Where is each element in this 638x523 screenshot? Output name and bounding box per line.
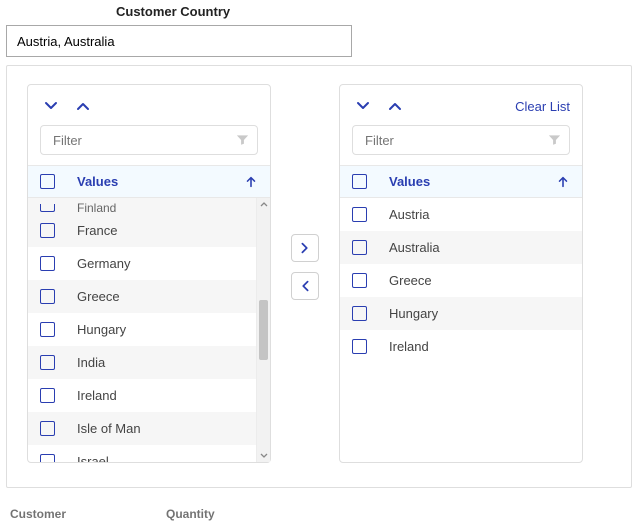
item-checkbox[interactable]	[40, 289, 55, 304]
list-item[interactable]: Austria	[340, 198, 582, 231]
scroll-up-icon[interactable]	[257, 198, 270, 212]
item-checkbox[interactable]	[40, 256, 55, 271]
left-rows: Finland France Germany Greece Hungary India I…	[28, 198, 270, 462]
item-label: India	[77, 355, 105, 370]
available-listbox: Values Finland France Germany Greece Hungar…	[27, 84, 271, 463]
right-filter-input[interactable]	[352, 125, 570, 155]
item-label: Finland	[77, 204, 116, 212]
item-label: Greece	[77, 289, 120, 304]
left-header-row[interactable]: Values	[28, 165, 270, 198]
sort-asc-icon[interactable]	[556, 175, 570, 189]
item-label: Germany	[77, 256, 130, 271]
list-item[interactable]: Germany	[28, 247, 270, 280]
item-checkbox[interactable]	[352, 240, 367, 255]
item-checkbox[interactable]	[352, 339, 367, 354]
list-item[interactable]: Ireland	[28, 379, 270, 412]
item-label: Isle of Man	[77, 421, 141, 436]
item-checkbox[interactable]	[40, 322, 55, 337]
dual-list-panel: Values Finland France Germany Greece Hungar…	[6, 65, 632, 488]
item-checkbox[interactable]	[40, 454, 55, 462]
item-label: Austria	[389, 207, 429, 222]
list-item[interactable]: Hungary	[28, 313, 270, 346]
item-label: Hungary	[77, 322, 126, 337]
filter-icon	[547, 133, 562, 148]
list-item[interactable]: Australia	[340, 231, 582, 264]
list-item[interactable]: Ireland	[340, 330, 582, 363]
item-checkbox[interactable]	[40, 223, 55, 238]
right-expand-button[interactable]	[352, 95, 374, 117]
left-expand-button[interactable]	[40, 95, 62, 117]
left-scrollbar[interactable]	[256, 198, 270, 462]
chevron-down-icon	[43, 98, 59, 114]
chevron-down-icon	[355, 98, 371, 114]
right-select-all-checkbox[interactable]	[352, 174, 367, 189]
item-label: Ireland	[77, 388, 117, 403]
right-header-row[interactable]: Values	[340, 165, 582, 198]
list-item[interactable]: Israel	[28, 445, 270, 462]
selected-values-input[interactable]	[6, 25, 352, 57]
list-item[interactable]: Hungary	[340, 297, 582, 330]
sort-asc-icon[interactable]	[244, 175, 258, 189]
item-checkbox[interactable]	[352, 306, 367, 321]
list-item[interactable]: France	[28, 214, 270, 247]
list-item[interactable]: Finland	[28, 198, 270, 214]
item-label: Australia	[389, 240, 440, 255]
clear-list-button[interactable]: Clear List	[515, 99, 570, 114]
item-label: Greece	[389, 273, 432, 288]
field-label: Customer Country	[116, 4, 632, 19]
move-right-button[interactable]	[291, 234, 319, 262]
list-item[interactable]: Isle of Man	[28, 412, 270, 445]
item-label: France	[77, 223, 117, 238]
chevron-left-icon	[298, 279, 312, 293]
item-label: Ireland	[389, 339, 429, 354]
list-item[interactable]: Greece	[340, 264, 582, 297]
item-label: Hungary	[389, 306, 438, 321]
scroll-thumb[interactable]	[259, 300, 268, 360]
item-checkbox[interactable]	[352, 207, 367, 222]
right-rows: Austria Australia Greece Hungary Ireland	[340, 198, 582, 462]
chevron-up-icon	[75, 98, 91, 114]
selected-listbox: Clear List Values Austria Australia Greece…	[339, 84, 583, 463]
left-select-all-checkbox[interactable]	[40, 174, 55, 189]
right-collapse-button[interactable]	[384, 95, 406, 117]
item-checkbox[interactable]	[40, 204, 55, 212]
item-checkbox[interactable]	[40, 388, 55, 403]
left-filter-input[interactable]	[40, 125, 258, 155]
left-header-label: Values	[77, 174, 244, 189]
chevron-up-icon	[387, 98, 403, 114]
move-left-button[interactable]	[291, 272, 319, 300]
chevron-right-icon	[298, 241, 312, 255]
list-item[interactable]: India	[28, 346, 270, 379]
item-checkbox[interactable]	[40, 421, 55, 436]
item-label: Israel	[77, 454, 109, 462]
right-header-label: Values	[389, 174, 556, 189]
left-collapse-button[interactable]	[72, 95, 94, 117]
scroll-down-icon[interactable]	[257, 448, 270, 462]
item-checkbox[interactable]	[352, 273, 367, 288]
filter-icon	[235, 133, 250, 148]
item-checkbox[interactable]	[40, 355, 55, 370]
list-item[interactable]: Greece	[28, 280, 270, 313]
obscured-footer: CustomerQuantity	[10, 507, 215, 521]
